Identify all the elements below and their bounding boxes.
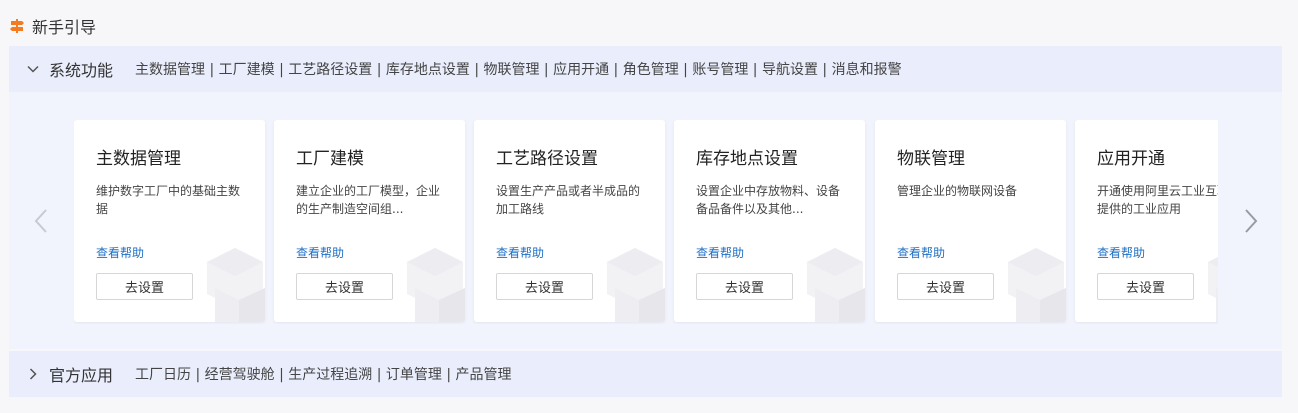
card-description: 设置生产产品或者半成品的加工路线 <box>496 184 641 216</box>
card-description: 建立企业的工厂模型，企业的生产制造空间组... <box>296 184 441 216</box>
view-help-link[interactable]: 查看帮助 <box>897 244 945 261</box>
card-title: 工艺路径设置 <box>496 149 598 169</box>
feature-carousel: 主数据管理 维护数字工厂中的基础主数据 查看帮助 去设置 工厂建模 建立企业的工… <box>9 120 1282 324</box>
system-functions-header[interactable]: 系统功能 主数据管理 | 工厂建模 | 工艺路径设置 | 库存地点设置 | 物联… <box>9 46 1282 92</box>
section-title: 官方应用 <box>49 366 114 385</box>
feature-card-iot-management: 物联管理 管理企业的物联网设备 查看帮助 去设置 <box>875 120 1066 322</box>
go-setup-button[interactable]: 去设置 <box>96 273 193 300</box>
page-header: 新手引导 <box>8 12 96 40</box>
section-links[interactable]: 主数据管理 | 工厂建模 | 工艺路径设置 | 库存地点设置 | 物联管理 | … <box>135 59 902 79</box>
chevron-down-icon[interactable] <box>25 61 41 77</box>
cube-decoration-icon <box>607 248 665 322</box>
cube-decoration-icon <box>407 248 465 322</box>
card-title: 工厂建模 <box>296 149 364 169</box>
carousel-next-button[interactable] <box>1241 206 1261 236</box>
carousel-prev-button[interactable] <box>31 206 51 236</box>
feature-card-app-activation: 应用开通 开通使用阿里云工业互联网提供的工业应用 查看帮助 去设置 <box>1075 120 1218 322</box>
card-description: 设置企业中存放物料、设备备品备件以及其他... <box>696 184 841 216</box>
view-help-link[interactable]: 查看帮助 <box>96 244 144 261</box>
view-help-link[interactable]: 查看帮助 <box>296 244 344 261</box>
card-description: 管理企业的物联网设备 <box>897 184 1018 198</box>
go-setup-button[interactable]: 去设置 <box>296 273 393 300</box>
page-title: 新手引导 <box>32 18 97 37</box>
card-title: 应用开通 <box>1097 149 1165 169</box>
card-title: 主数据管理 <box>96 149 181 169</box>
view-help-link[interactable]: 查看帮助 <box>1097 244 1145 261</box>
card-description: 维护数字工厂中的基础主数据 <box>96 184 241 216</box>
go-setup-button[interactable]: 去设置 <box>496 273 593 300</box>
cube-decoration-icon <box>207 248 265 322</box>
go-setup-button[interactable]: 去设置 <box>696 273 793 300</box>
go-setup-button[interactable]: 去设置 <box>1097 273 1194 300</box>
feature-card-master-data: 主数据管理 维护数字工厂中的基础主数据 查看帮助 去设置 <box>74 120 265 322</box>
view-help-link[interactable]: 查看帮助 <box>496 244 544 261</box>
chevron-right-icon <box>1245 209 1258 233</box>
signpost-icon <box>8 17 26 35</box>
feature-card-process-route: 工艺路径设置 设置生产产品或者半成品的加工路线 查看帮助 去设置 <box>474 120 665 322</box>
cards-viewport: 主数据管理 维护数字工厂中的基础主数据 查看帮助 去设置 工厂建模 建立企业的工… <box>74 120 1218 324</box>
feature-card-factory-modeling: 工厂建模 建立企业的工厂模型，企业的生产制造空间组... 查看帮助 去设置 <box>274 120 465 322</box>
section-links[interactable]: 工厂日历 | 经营驾驶舱 | 生产过程追溯 | 订单管理 | 产品管理 <box>135 364 511 384</box>
feature-card-storage-location: 库存地点设置 设置企业中存放物料、设备备品备件以及其他... 查看帮助 去设置 <box>674 120 865 322</box>
cube-decoration-icon <box>1008 248 1066 322</box>
go-setup-button[interactable]: 去设置 <box>897 273 994 300</box>
cube-decoration-icon <box>807 248 865 322</box>
section-title: 系统功能 <box>49 61 114 80</box>
card-title: 库存地点设置 <box>696 149 798 169</box>
system-functions-section: 系统功能 主数据管理 | 工厂建模 | 工艺路径设置 | 库存地点设置 | 物联… <box>9 46 1282 349</box>
card-title: 物联管理 <box>897 149 965 169</box>
official-apps-section: 官方应用 工厂日历 | 经营驾驶舱 | 生产过程追溯 | 订单管理 | 产品管理 <box>9 351 1282 397</box>
view-help-link[interactable]: 查看帮助 <box>696 244 744 261</box>
card-description: 开通使用阿里云工业互联网提供的工业应用 <box>1097 184 1218 216</box>
chevron-right-icon[interactable] <box>25 366 41 382</box>
cube-decoration-icon <box>1208 257 1218 322</box>
chevron-left-icon <box>34 209 47 233</box>
official-apps-header[interactable]: 官方应用 工厂日历 | 经营驾驶舱 | 生产过程追溯 | 订单管理 | 产品管理 <box>9 351 1282 397</box>
